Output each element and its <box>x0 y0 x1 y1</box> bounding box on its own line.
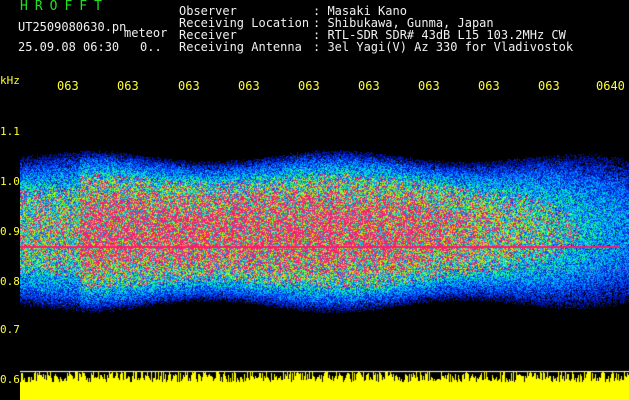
x-tick-label: 063 <box>358 79 380 93</box>
spectrogram <box>20 96 629 400</box>
x-tick-label: 063 <box>298 79 320 93</box>
y-tick-label: 0.7 <box>0 323 20 336</box>
antenna-value: : 3el Yagi(V) Az 330 for Vladivostok <box>313 40 574 54</box>
file-name: UT2509080630.pn <box>18 20 127 34</box>
unit-label: kHz <box>0 74 20 87</box>
y-tick-label: 0.9 <box>0 225 20 238</box>
x-tick-label: 063 <box>57 79 79 93</box>
x-tick-label: 063 <box>478 79 500 93</box>
counter: 0.. <box>140 40 162 54</box>
x-tick-label: 063 <box>538 79 560 93</box>
meteor-tag: meteor <box>124 26 168 40</box>
x-tick-label: 063 <box>178 79 200 93</box>
y-tick-label: 0.6 <box>0 373 20 386</box>
x-tick-label: 063 <box>238 79 260 93</box>
x-tick-label: 063 <box>117 79 139 93</box>
y-tick-label: 1.0 <box>0 175 20 188</box>
y-tick-label: 1.1 <box>0 125 20 138</box>
logo: HROFFT <box>20 0 109 14</box>
x-tick-label: 063 <box>418 79 440 93</box>
antenna-label: Receiving Antenna <box>179 40 302 54</box>
date-time: 25.09.08 06:30 <box>18 40 120 54</box>
y-tick-label: 0.8 <box>0 275 20 288</box>
x-tick-label: 0640 <box>596 79 625 93</box>
